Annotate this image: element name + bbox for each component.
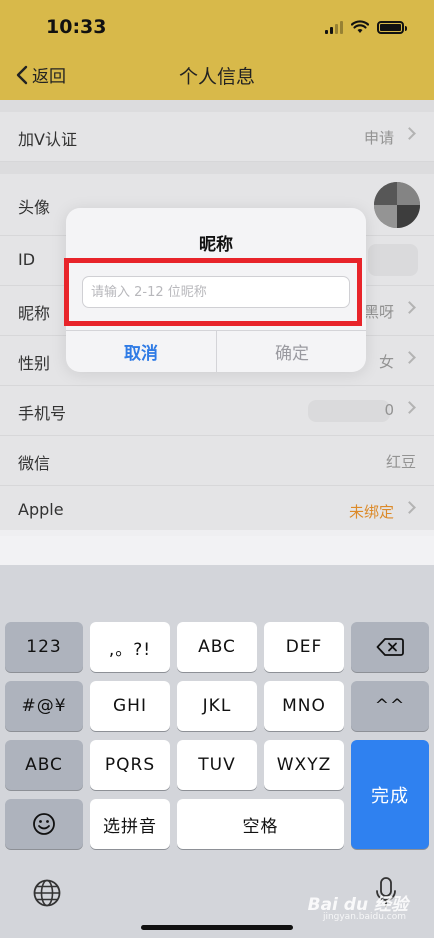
key-pinyin[interactable]: 选拼音 <box>90 799 170 849</box>
key-emoticon[interactable]: ^^ <box>351 681 429 731</box>
key-wxyz[interactable]: WXYZ <box>264 740 344 790</box>
globe-icon <box>33 879 61 907</box>
cancel-button[interactable]: 取消 <box>66 331 216 372</box>
nav-bar: 10:33 返回 个人信息 <box>0 0 434 100</box>
key-pqrs[interactable]: PQRS <box>90 740 170 790</box>
highlight-box <box>64 258 362 326</box>
key-def[interactable]: DEF <box>264 622 344 672</box>
key-123[interactable]: 123 <box>5 622 83 672</box>
emoji-icon <box>33 813 55 835</box>
emoji-key[interactable] <box>5 799 83 849</box>
backspace-icon <box>376 638 404 656</box>
watermark-url: jingyan.baidu.com <box>322 912 406 922</box>
key-punctuation[interactable]: ,。?! <box>90 622 170 672</box>
battery-icon <box>377 20 407 34</box>
cellular-signal-icon <box>325 20 343 34</box>
wifi-icon <box>351 20 369 33</box>
dialog-title: 昵称 <box>199 235 233 255</box>
key-ghi[interactable]: GHI <box>90 681 170 731</box>
key-tuv[interactable]: TUV <box>177 740 257 790</box>
key-abc-mode[interactable]: ABC <box>5 740 83 790</box>
globe-button[interactable] <box>30 876 64 910</box>
backspace-key[interactable] <box>351 622 429 672</box>
key-abc[interactable]: ABC <box>177 622 257 672</box>
key-jkl[interactable]: JKL <box>177 681 257 731</box>
page-title: 个人信息 <box>178 66 255 88</box>
status-icons <box>325 20 407 34</box>
key-mno[interactable]: MNO <box>264 681 344 731</box>
space-key[interactable]: 空格 <box>177 799 344 849</box>
key-symbols[interactable]: #@¥ <box>5 681 83 731</box>
status-time: 10:33 <box>46 16 107 38</box>
done-key[interactable]: 完成 <box>351 740 429 849</box>
confirm-button[interactable]: 确定 <box>217 331 366 372</box>
home-indicator[interactable] <box>141 925 293 930</box>
